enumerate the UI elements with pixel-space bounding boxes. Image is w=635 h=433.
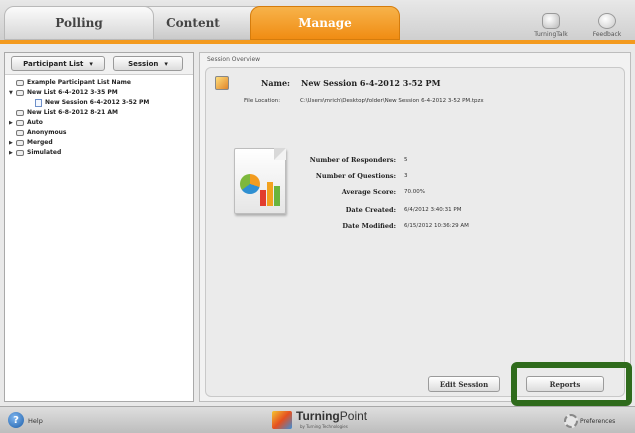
bottom-bar: ? Help TurningPoint by Turning Technolog… bbox=[0, 406, 635, 433]
session-dropdown-label: Session bbox=[128, 59, 159, 68]
session-file-icon bbox=[35, 99, 42, 107]
turningtalk-icon bbox=[542, 13, 560, 29]
participant-list-icon bbox=[16, 90, 24, 96]
top-tab-bar: Content Polling Manage TurningTalk Feedb… bbox=[0, 0, 635, 44]
participant-list-dropdown[interactable]: Participant List ▾ bbox=[11, 56, 105, 71]
session-overview-box: Name: New Session 6-4-2012 3-52 PM File … bbox=[205, 67, 625, 397]
participant-list-icon bbox=[16, 140, 24, 146]
preferences-link[interactable]: Preferences bbox=[580, 418, 615, 425]
feedback-label: Feedback bbox=[592, 31, 622, 38]
session-overview-panel: Session Overview Name: New Session 6-4-2… bbox=[199, 52, 631, 402]
brand-bold: Turning bbox=[296, 409, 340, 423]
tree-item-label: Simulated bbox=[27, 149, 62, 156]
tab-manage[interactable]: Manage bbox=[250, 6, 400, 40]
session-icon bbox=[215, 76, 229, 90]
questions-label: Number of Questions: bbox=[315, 172, 396, 180]
tree-item-label: New List 6-8-2012 8-21 AM bbox=[27, 109, 118, 116]
average-score-value: 70.00% bbox=[404, 189, 425, 195]
file-location-value: C:\Users\mrich\Desktop\folder\New Sessio… bbox=[300, 98, 484, 104]
feedback-icon bbox=[598, 13, 616, 29]
tree-item-new-session-6-4[interactable]: New Session 6-4-2012 3-52 PM bbox=[9, 98, 189, 108]
date-modified-value: 6/15/2012 10:36:29 AM bbox=[404, 223, 469, 229]
pie-chart-icon bbox=[240, 174, 260, 194]
participant-list-dropdown-label: Participant List bbox=[23, 59, 84, 68]
tab-content-label: Content bbox=[166, 16, 220, 30]
chevron-down-icon: ▾ bbox=[164, 59, 168, 68]
collapse-arrow-icon[interactable]: ▼ bbox=[9, 88, 15, 98]
help-link[interactable]: Help bbox=[28, 417, 43, 425]
expand-arrow-icon[interactable]: ▶ bbox=[9, 118, 15, 128]
tree-item-anonymous[interactable]: Anonymous bbox=[9, 128, 189, 138]
tree-item-new-list-6-8[interactable]: New List 6-8-2012 8-21 AM bbox=[9, 108, 189, 118]
average-score-label: Average Score: bbox=[341, 188, 396, 196]
responders-value: 5 bbox=[404, 157, 408, 163]
questions-value: 3 bbox=[404, 173, 408, 179]
tab-manage-label: Manage bbox=[298, 16, 352, 30]
tree-item-label: New List 6-4-2012 3-35 PM bbox=[27, 89, 118, 96]
turningtalk-label: TurningTalk bbox=[534, 31, 568, 38]
tree-item-auto[interactable]: ▶ Auto bbox=[9, 118, 189, 128]
expand-arrow-icon[interactable]: ▶ bbox=[9, 148, 15, 158]
edit-session-button[interactable]: Edit Session bbox=[428, 376, 500, 392]
participant-tree: Example Participant List Name ▼ New List… bbox=[5, 75, 193, 161]
participant-tree-panel: Participant List ▾ Session ▾ Example Par… bbox=[4, 52, 194, 402]
turningpoint-logo-icon bbox=[272, 411, 292, 429]
tab-polling-label: Polling bbox=[55, 16, 103, 30]
tree-item-label: New Session 6-4-2012 3-52 PM bbox=[45, 98, 150, 108]
reports-highlight-box bbox=[511, 362, 632, 406]
section-title: Session Overview bbox=[207, 56, 261, 63]
date-created-value: 6/4/2012 3:40:31 PM bbox=[404, 207, 462, 213]
session-dropdown[interactable]: Session ▾ bbox=[113, 56, 183, 71]
file-location-label: File Location: bbox=[244, 98, 281, 104]
brand-light: Point bbox=[339, 409, 368, 423]
tree-item-merged[interactable]: ▶ Merged bbox=[9, 138, 189, 148]
turningpoint-logo: TurningPoint bbox=[296, 409, 367, 423]
tree-item-example-participant-list[interactable]: Example Participant List Name bbox=[9, 78, 189, 88]
brand-subtitle: by Turning Technologies bbox=[300, 424, 348, 429]
participant-list-icon bbox=[16, 150, 24, 156]
responders-label: Number of Responders: bbox=[309, 156, 396, 164]
left-toolbar: Participant List ▾ Session ▾ bbox=[5, 53, 193, 75]
expand-arrow-icon[interactable]: ▶ bbox=[9, 138, 15, 148]
gear-icon[interactable] bbox=[564, 414, 578, 428]
session-name-value: New Session 6-4-2012 3-52 PM bbox=[301, 78, 441, 88]
name-label: Name: bbox=[261, 78, 291, 88]
participant-list-icon bbox=[16, 120, 24, 126]
participant-list-icon bbox=[16, 80, 24, 86]
help-icon[interactable]: ? bbox=[8, 412, 24, 428]
participant-list-icon bbox=[16, 110, 24, 116]
tab-polling[interactable]: Polling bbox=[4, 6, 154, 40]
tree-item-label: Merged bbox=[27, 139, 53, 146]
date-modified-label: Date Modified: bbox=[342, 222, 396, 230]
chevron-down-icon: ▾ bbox=[89, 59, 93, 68]
participant-list-icon bbox=[16, 130, 24, 136]
tree-item-label: Example Participant List Name bbox=[27, 79, 131, 86]
tree-item-label: Auto bbox=[27, 119, 43, 126]
tree-item-new-list-6-4[interactable]: ▼ New List 6-4-2012 3-35 PM bbox=[9, 88, 189, 98]
tree-item-label: Anonymous bbox=[27, 129, 67, 136]
feedback-button[interactable]: Feedback bbox=[584, 6, 630, 38]
tree-item-simulated[interactable]: ▶ Simulated bbox=[9, 148, 189, 158]
turningtalk-button[interactable]: TurningTalk bbox=[528, 6, 574, 38]
date-created-label: Date Created: bbox=[345, 206, 396, 214]
